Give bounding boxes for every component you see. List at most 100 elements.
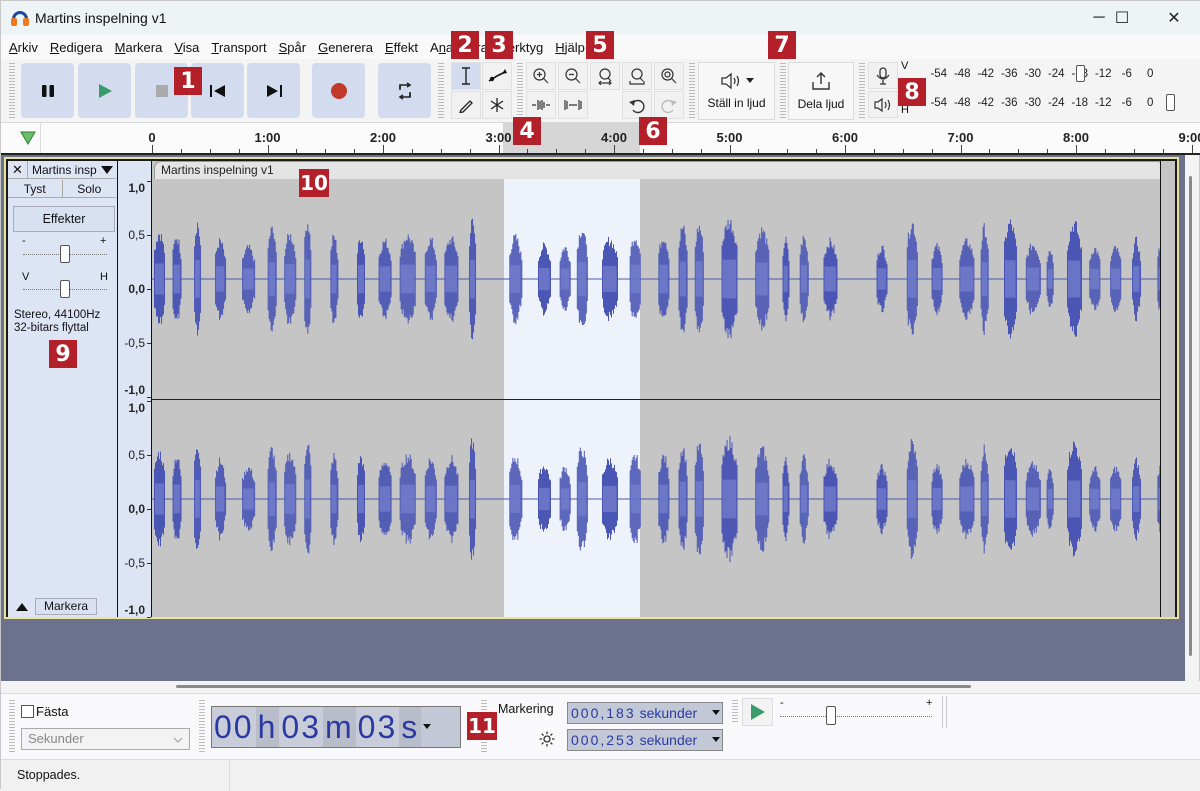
time-hours-unit: h bbox=[255, 707, 280, 747]
amplitude-label: -1,0 bbox=[124, 383, 145, 397]
time-seconds-unit: s bbox=[399, 707, 422, 747]
menu-redigera[interactable]: Redigera bbox=[50, 40, 103, 55]
menu-visa[interactable]: Visa bbox=[174, 40, 199, 55]
mute-button[interactable]: Tyst bbox=[8, 180, 63, 198]
waveform-burst bbox=[330, 234, 339, 324]
dropdown-arrow-icon bbox=[100, 165, 113, 174]
zoom-toggle-icon bbox=[661, 68, 677, 84]
close-button[interactable]: ✕ bbox=[1151, 1, 1197, 35]
selection-end-field[interactable]: 000,253 sekunder bbox=[567, 729, 723, 751]
selection-tool-button[interactable] bbox=[451, 62, 481, 90]
time-format-dropdown-icon[interactable] bbox=[423, 724, 432, 730]
selection-start-value: 000,183 bbox=[571, 705, 636, 721]
meter-tick-label: -54 bbox=[930, 97, 948, 109]
time-display[interactable]: 00 h 03 m 03 s bbox=[211, 706, 461, 748]
waveform-burst bbox=[959, 238, 975, 320]
fit-selection-button[interactable] bbox=[590, 62, 620, 90]
snap-toggle[interactable]: Fästa bbox=[21, 704, 69, 719]
playback-meter-button[interactable] bbox=[868, 91, 898, 118]
snap-checkbox[interactable] bbox=[21, 705, 34, 718]
amplitude-label: 0,5 bbox=[128, 228, 145, 242]
play-button[interactable] bbox=[78, 63, 131, 118]
menu-transport[interactable]: Transport bbox=[211, 40, 266, 55]
snap-unit-select[interactable]: Sekunder bbox=[21, 728, 190, 750]
menu-arkiv[interactable]: Arkiv bbox=[9, 40, 38, 55]
toolbar-grip[interactable] bbox=[859, 63, 865, 119]
waveform-burst bbox=[678, 225, 688, 333]
selection-settings-button[interactable] bbox=[538, 730, 556, 751]
envelope-tool-button[interactable] bbox=[482, 62, 512, 90]
redo-button[interactable] bbox=[654, 91, 684, 119]
track-format-line1: Stereo, 44100Hz bbox=[14, 309, 101, 321]
share-audio-button[interactable]: Dela ljud bbox=[788, 62, 854, 120]
zoom-toggle-button[interactable] bbox=[654, 62, 684, 90]
zoom-in-button[interactable] bbox=[526, 62, 556, 90]
callout-badge: 3 bbox=[485, 31, 513, 59]
timeline-tick bbox=[614, 145, 615, 153]
zoom-out-button[interactable] bbox=[558, 62, 588, 90]
solo-button[interactable]: Solo bbox=[62, 180, 116, 198]
speaker-icon bbox=[874, 97, 891, 112]
menu-hjälp[interactable]: Hjälp bbox=[555, 40, 585, 55]
record-level-slider[interactable] bbox=[1076, 65, 1085, 82]
selection-end-value: 000,253 bbox=[571, 732, 636, 748]
pan-slider[interactable] bbox=[60, 280, 70, 298]
menu-spår[interactable]: Spår bbox=[279, 40, 306, 55]
collapse-track-button[interactable] bbox=[12, 598, 32, 615]
maximize-button[interactable]: ☐ bbox=[1099, 1, 1145, 35]
toolbar-grip[interactable] bbox=[517, 63, 523, 119]
record-meter-button[interactable] bbox=[868, 62, 898, 89]
timeline-ruler[interactable]: 0 1:00 2:00 3:00 4:00 5:00 6:00 7:00 8:00 9:00 bbox=[1, 123, 1200, 155]
toolbar-grip[interactable] bbox=[732, 700, 738, 724]
menu-effekt[interactable]: Effekt bbox=[385, 40, 418, 55]
record-button[interactable] bbox=[312, 63, 365, 118]
pan-right-label: H bbox=[100, 271, 108, 283]
menu-generera[interactable]: Generera bbox=[318, 40, 373, 55]
toolbar-grip[interactable] bbox=[199, 700, 205, 752]
playback-meter[interactable]: H -54 -48 -42 -36 -30 -24 -18 -12 -6 0 bbox=[901, 91, 1181, 116]
toolbar-grip[interactable] bbox=[780, 63, 786, 119]
record-meter[interactable]: V -54-48-42-36-30-24-18-12-60 bbox=[901, 60, 1181, 86]
record-meter-label: V bbox=[901, 60, 909, 72]
menu-markera[interactable]: Markera bbox=[115, 40, 163, 55]
close-icon: ✕ bbox=[12, 161, 23, 177]
waveform-burst bbox=[304, 224, 312, 334]
skip-to-end-icon bbox=[266, 84, 282, 97]
clip-right-edge bbox=[1160, 161, 1175, 617]
vertical-scrollbar[interactable] bbox=[1189, 176, 1192, 656]
gain-slider[interactable] bbox=[60, 245, 70, 263]
silence-button[interactable] bbox=[558, 91, 588, 119]
play-at-speed-button[interactable] bbox=[742, 698, 773, 726]
channel-divider[interactable] bbox=[152, 399, 1164, 400]
draw-tool-button[interactable] bbox=[451, 91, 481, 119]
toolbar-grip[interactable] bbox=[689, 63, 695, 119]
toolbar-grip[interactable] bbox=[9, 700, 15, 752]
audio-setup-button[interactable]: Ställ in ljud bbox=[698, 62, 775, 120]
dropdown-arrow-icon[interactable] bbox=[712, 710, 720, 715]
fit-project-button[interactable] bbox=[622, 62, 652, 90]
waveform-burst bbox=[1066, 221, 1082, 337]
timeline-options-button[interactable] bbox=[15, 123, 41, 153]
waveform-burst bbox=[399, 454, 416, 544]
select-track-button[interactable]: Markera bbox=[35, 598, 97, 615]
pause-button[interactable] bbox=[21, 63, 74, 118]
waveform-clip[interactable]: Martins inspelning v1 bbox=[152, 161, 1164, 617]
timeline-tick bbox=[585, 149, 587, 153]
playback-speed-slider[interactable] bbox=[826, 706, 836, 725]
dropdown-arrow-icon[interactable] bbox=[712, 737, 720, 742]
loop-button[interactable] bbox=[378, 63, 431, 118]
close-track-button[interactable]: ✕ bbox=[8, 161, 28, 178]
toolbar-grip[interactable] bbox=[9, 63, 15, 119]
timeline-label: 9:00 bbox=[1178, 130, 1200, 145]
track-menu-button[interactable]: Martins insp bbox=[28, 161, 116, 178]
toolbar-grip[interactable] bbox=[438, 63, 444, 119]
skip-to-end-button[interactable] bbox=[247, 63, 300, 118]
effects-button[interactable]: Effekter bbox=[13, 206, 115, 232]
playback-level-slider[interactable] bbox=[1166, 94, 1175, 111]
horizontal-scrollbar[interactable] bbox=[176, 685, 971, 688]
undo-button[interactable] bbox=[622, 91, 652, 119]
trim-outside-button[interactable] bbox=[526, 91, 556, 119]
time-minutes: 03 bbox=[279, 707, 323, 747]
multi-tool-button[interactable] bbox=[482, 91, 512, 119]
selection-start-field[interactable]: 000,183 sekunder bbox=[567, 702, 723, 724]
